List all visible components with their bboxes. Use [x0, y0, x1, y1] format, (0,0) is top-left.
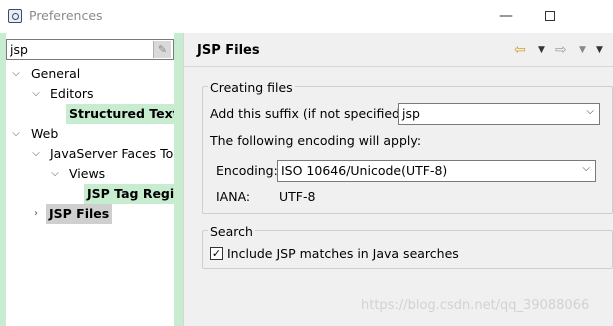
forward-dropdown-icon[interactable]: ▼: [579, 41, 586, 59]
chevron-down-icon[interactable]: ⌵: [31, 144, 41, 164]
tree-item-label: Structured Text E: [66, 104, 174, 124]
preferences-window: Preferences — ✎ ⌵ General ⌵ Editors Stru…: [0, 0, 613, 326]
chevron-down-icon[interactable]: ⌵: [11, 64, 21, 84]
app-icon: [8, 9, 22, 23]
back-arrow-icon[interactable]: ⇦: [514, 41, 526, 59]
tree-item-label: General: [31, 66, 81, 81]
chevron-down-icon[interactable]: ⌵: [11, 124, 21, 144]
encoding-label: Encoding:: [216, 163, 278, 178]
title-divider: [184, 66, 613, 67]
tree-item-label: JavaServer Faces Toc: [50, 146, 174, 161]
creating-files-legend: Creating files: [208, 80, 295, 95]
suffix-label: Add this suffix (if not specified):: [210, 106, 410, 121]
suffix-value: jsp: [402, 106, 420, 121]
maximize-button[interactable]: [535, 6, 565, 26]
suffix-combo[interactable]: jsp ⌵: [398, 103, 600, 125]
tree-item-label: Web: [31, 126, 59, 141]
search-legend: Search: [208, 224, 255, 239]
view-menu-icon[interactable]: ▼: [596, 41, 603, 59]
iana-label: IANA:: [216, 189, 251, 204]
page-title: JSP Files: [197, 43, 260, 58]
chevron-right-icon[interactable]: ›: [31, 204, 41, 224]
encoding-value: ISO 10646/Unicode(UTF-8): [281, 163, 448, 178]
watermark: https://blog.csdn.net/qq_39088066: [361, 298, 590, 313]
window-title: Preferences: [29, 8, 103, 23]
preference-tree: ⌵ General ⌵ Editors Structured Text E ⌵ …: [6, 62, 174, 326]
tree-item-label: JSP Tag Regis: [84, 184, 174, 204]
forward-arrow-icon[interactable]: ⇨: [555, 41, 567, 59]
chevron-down-icon: ⌵: [582, 163, 590, 174]
maximize-icon: [545, 11, 555, 21]
left-pane-highlight-right: [174, 33, 183, 326]
encoding-combo[interactable]: ISO 10646/Unicode(UTF-8) ⌵: [277, 160, 596, 182]
minimize-button[interactable]: —: [491, 6, 521, 26]
tree-item-label: Views: [69, 166, 106, 181]
filter-input[interactable]: [10, 41, 150, 58]
filter-field[interactable]: ✎: [6, 39, 174, 60]
title-bar: Preferences —: [0, 0, 613, 32]
back-dropdown-icon[interactable]: ▼: [538, 41, 545, 59]
iana-value: UTF-8: [279, 189, 316, 204]
chevron-down-icon: ⌵: [586, 106, 594, 117]
tree-item-label: Editors: [50, 86, 94, 101]
include-jsp-label: Include JSP matches in Java searches: [227, 246, 459, 261]
chevron-down-icon[interactable]: ⌵: [50, 164, 60, 184]
tree-item-label: JSP Files: [46, 204, 113, 224]
include-jsp-checkbox[interactable]: ✓: [210, 247, 223, 260]
chevron-down-icon[interactable]: ⌵: [31, 84, 41, 104]
encoding-note: The following encoding will apply:: [210, 133, 422, 148]
clear-filter-icon[interactable]: ✎: [153, 41, 171, 58]
